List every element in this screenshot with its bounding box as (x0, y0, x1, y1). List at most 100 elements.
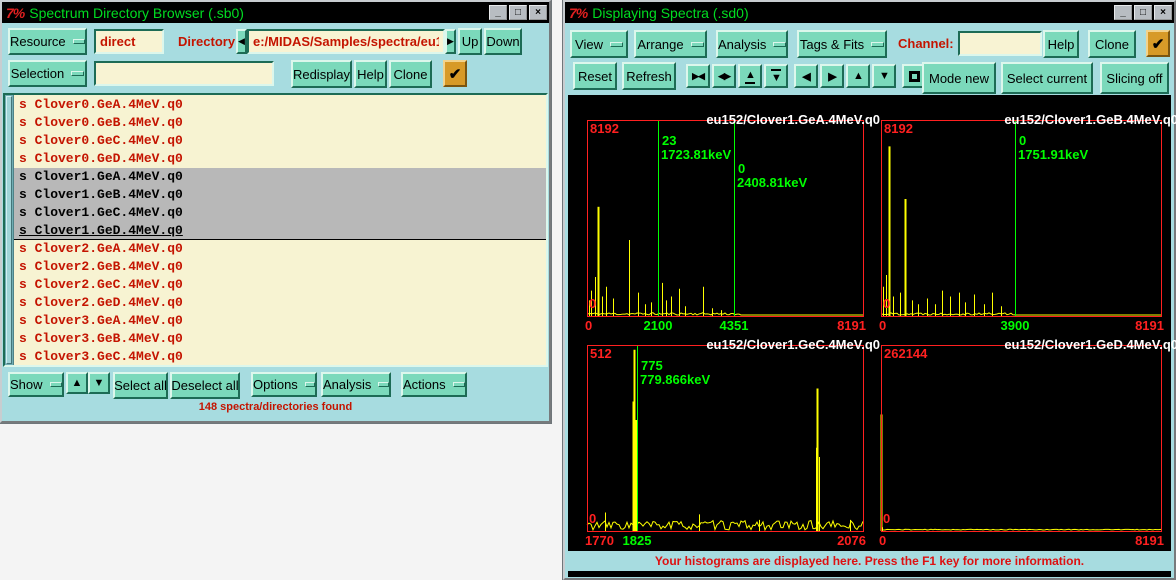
cursor-count-label: 23 (662, 133, 677, 148)
deselect-all-button[interactable]: Deselect all (170, 372, 240, 399)
directory-scroll-right-icon[interactable]: ▶ (445, 29, 456, 54)
resource-menu-button[interactable]: Resource (8, 28, 87, 55)
directory-scroll-left-icon[interactable]: ◀ (236, 29, 247, 54)
x-tick-label: 8191 (1135, 533, 1164, 548)
compress-x-icon[interactable]: ▶◀ (686, 64, 710, 88)
expand-up-icon[interactable]: ▲ (738, 64, 762, 88)
y-max-label: 512 (590, 346, 612, 361)
clone-button[interactable]: Clone (389, 60, 432, 88)
selection-input[interactable] (94, 61, 274, 86)
directory-label: Directory (178, 34, 236, 49)
close-icon[interactable]: × (1154, 5, 1172, 20)
analysis-menu-button[interactable]: Analysis (321, 372, 391, 397)
midas-icon: 7% (6, 4, 25, 21)
y-zero-label: 0 (883, 296, 891, 311)
spectrum-panel[interactable]: eu152/Clover1.GeC.4MeV.q0 512 0 775 779.866k… (585, 337, 880, 548)
x-tick-label: 3900 (1000, 318, 1030, 333)
spectrum-list-item[interactable]: s Clover0.GeA.4MeV.q0 (14, 96, 546, 114)
spectrum-list-item[interactable]: s Clover2.GeA.4MeV.q0 (14, 240, 546, 258)
x-tick-label: 1770 (585, 533, 614, 548)
mode-new-button[interactable]: Mode new (922, 62, 996, 94)
scroll-up-icon[interactable]: ▲ (66, 372, 88, 394)
display-titlebar[interactable]: 7% Displaying Spectra (.sd0) _ □ × (565, 2, 1174, 23)
spectrum-list-item[interactable]: s Clover1.GeC.4MeV.q0 (14, 204, 546, 222)
selection-menu-button[interactable]: Selection (8, 60, 87, 87)
spectrum-list: s Clover0.GeA.4MeV.q0 s Clover0.GeB.4MeV.… (3, 93, 548, 367)
directory-input[interactable] (247, 29, 445, 54)
list-scrollbar[interactable] (5, 95, 14, 365)
spectrum-title: eu152/Clover1.GeC.4MeV.q0 (706, 337, 880, 352)
spectrum-list-item[interactable]: s Clover1.GeD.4MeV.q0 (14, 222, 546, 240)
up-button[interactable]: Up (458, 28, 482, 55)
option-menu-dash-icon (452, 382, 465, 387)
plot-area: eu152/Clover1.GeA.4MeV.q0 8192 0 23 1723.81k… (568, 95, 1176, 551)
compress-down-icon[interactable]: ▼ (764, 64, 788, 88)
view-menu-button[interactable]: View (570, 30, 628, 58)
select-all-button[interactable]: Select all (113, 372, 168, 399)
browser-titlebar[interactable]: 7% Spectrum Directory Browser (.sb0) _ □… (2, 2, 549, 23)
expand-x-icon[interactable]: ◀▶ (712, 64, 736, 88)
midas-icon: 7% (569, 4, 588, 21)
list-scrollbar-thumb[interactable] (6, 96, 12, 364)
spectrum-trace (586, 312, 863, 316)
options-menu-button[interactable]: Options (251, 372, 317, 397)
spectrum-trace (880, 312, 1161, 316)
slicing-button[interactable]: Slicing off (1100, 62, 1169, 94)
spectrum-title: eu152/Clover1.GeB.4MeV.q0 (1004, 112, 1176, 127)
channel-input[interactable] (958, 31, 1042, 56)
help-button[interactable]: Help (1043, 30, 1079, 58)
clone-button[interactable]: Clone (1088, 30, 1136, 58)
spectrum-list-item[interactable]: s Clover1.GeB.4MeV.q0 (14, 186, 546, 204)
spectrum-list-item[interactable]: s Clover3.GeC.4MeV.q0 (14, 348, 546, 365)
shift-up-icon[interactable]: ▲ (846, 64, 870, 88)
browser-status-text: 148 spectra/directories found (198, 401, 353, 413)
spectrum-list-item[interactable]: s Clover3.GeA.4MeV.q0 (14, 312, 546, 330)
maximize-icon[interactable]: □ (509, 5, 527, 20)
minimize-icon[interactable]: _ (489, 5, 507, 20)
scroll-down-icon[interactable]: ▼ (88, 372, 110, 394)
select-current-button[interactable]: Select current (1001, 62, 1093, 94)
arrange-menu-button[interactable]: Arrange (634, 30, 707, 58)
help-button[interactable]: Help (354, 60, 387, 88)
spectrum-list-item[interactable]: s Clover0.GeB.4MeV.q0 (14, 114, 546, 132)
spectrum-list-item[interactable]: s Clover0.GeC.4MeV.q0 (14, 132, 546, 150)
shift-down-icon[interactable]: ▼ (872, 64, 896, 88)
spectrum-list-item[interactable]: s Clover2.GeD.4MeV.q0 (14, 294, 546, 312)
spectrum-list-item[interactable]: s Clover1.GeA.4MeV.q0 (14, 168, 546, 186)
x-tick-label: 2076 (837, 533, 866, 548)
resource-input[interactable] (94, 29, 164, 54)
cursor-energy-label: 1751.91keV (1018, 147, 1089, 162)
x-tick-label: 8191 (837, 318, 866, 333)
y-zero-label: 0 (589, 296, 597, 311)
close-icon[interactable]: × (529, 5, 547, 20)
cursor-count-label: 0 (1019, 133, 1027, 148)
maximize-icon[interactable]: □ (1134, 5, 1152, 20)
spectrum-panel[interactable]: eu152/Clover1.GeA.4MeV.q0 8192 0 23 1723.81k… (585, 112, 880, 333)
spectrum-panel[interactable]: eu152/Clover1.GeD.4MeV.q0 262144 0 0 8191 (879, 337, 1176, 548)
pin-check-button[interactable]: ✔ (1146, 30, 1170, 57)
tags-fits-menu-button[interactable]: Tags & Fits (797, 30, 887, 58)
refresh-button[interactable]: Refresh (622, 62, 676, 90)
spectrum-list-item[interactable]: s Clover3.GeB.4MeV.q0 (14, 330, 546, 348)
spectrum-trace (880, 528, 1162, 531)
x-tick-label: 0 (879, 533, 887, 548)
spectrum-list-item[interactable]: s Clover0.GeD.4MeV.q0 (14, 150, 546, 168)
x-tick-label: 0 (879, 318, 887, 333)
down-button[interactable]: Down (484, 28, 522, 55)
spectrum-list-item[interactable]: s Clover2.GeC.4MeV.q0 (14, 276, 546, 294)
pin-check-button[interactable]: ✔ (443, 60, 467, 87)
displaying-spectra-window: 7% Displaying Spectra (.sd0) _ □ × View … (562, 0, 1176, 580)
analysis-menu-button[interactable]: Analysis (716, 30, 788, 58)
option-menu-dash-icon (72, 39, 85, 44)
spectrum-panel[interactable]: eu152/Clover1.GeB.4MeV.q0 8192 0 0 1751.91ke… (879, 112, 1176, 333)
panel-border (587, 345, 864, 532)
actions-menu-button[interactable]: Actions (401, 372, 467, 397)
show-menu-button[interactable]: Show (8, 372, 64, 397)
reset-button[interactable]: Reset (573, 62, 617, 90)
cursor-energy-label: 779.866keV (640, 372, 711, 387)
shift-right-icon[interactable]: ▶ (820, 64, 844, 88)
minimize-icon[interactable]: _ (1114, 5, 1132, 20)
redisplay-button[interactable]: Redisplay (291, 60, 352, 88)
shift-left-icon[interactable]: ◀ (794, 64, 818, 88)
spectrum-list-item[interactable]: s Clover2.GeB.4MeV.q0 (14, 258, 546, 276)
